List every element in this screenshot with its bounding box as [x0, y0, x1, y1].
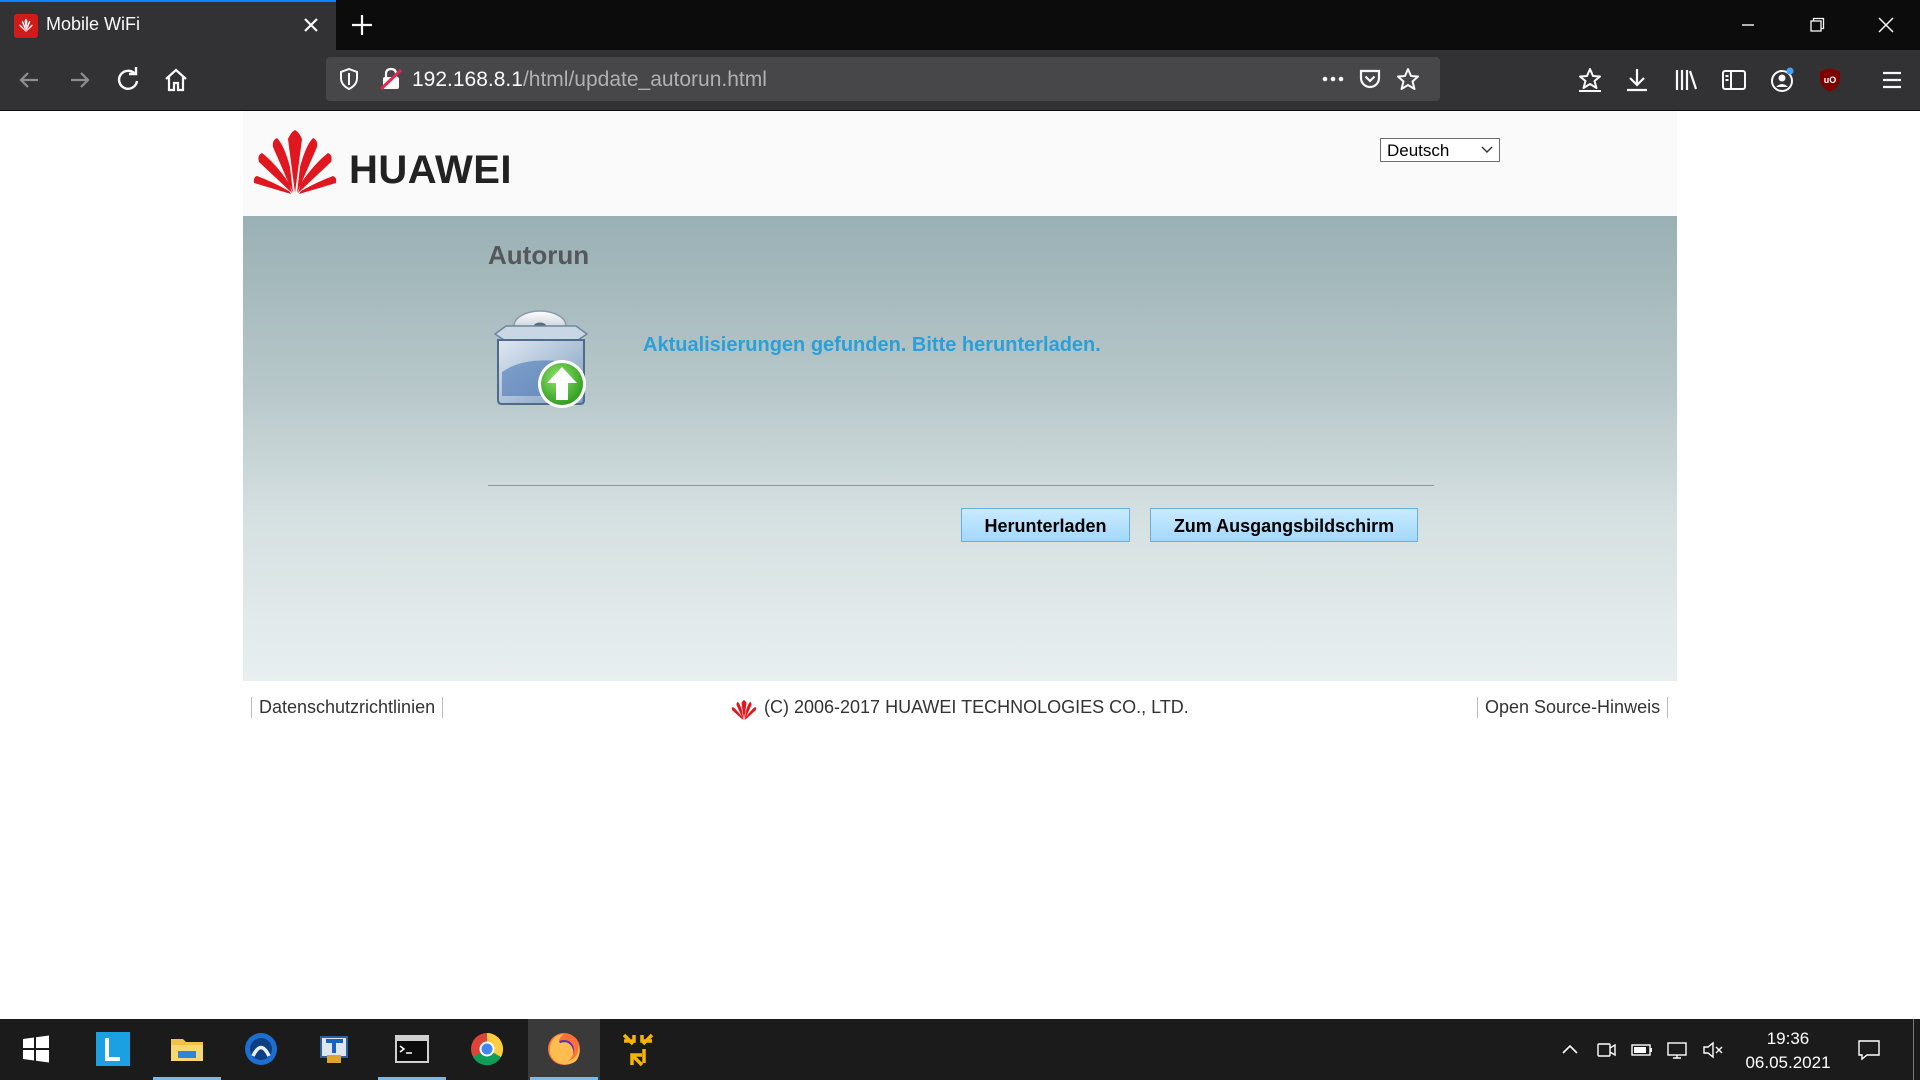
l-app-icon	[96, 1032, 130, 1066]
taskbar-chrome[interactable]	[451, 1019, 523, 1080]
page-header: HUAWEI Deutsch	[243, 111, 1677, 216]
notifications-icon[interactable]	[1856, 1038, 1882, 1062]
ublock-icon[interactable]: uO	[1815, 65, 1845, 95]
content-divider	[488, 485, 1434, 486]
home-icon[interactable]	[161, 65, 191, 95]
insecure-lock-icon[interactable]	[378, 66, 404, 92]
clock-time: 19:36	[1766, 1029, 1810, 1048]
update-package-icon	[493, 310, 589, 408]
sidebar-icon[interactable]	[1719, 65, 1749, 95]
library-icon[interactable]	[1671, 65, 1701, 95]
show-desktop-button[interactable]	[1913, 1019, 1914, 1080]
navigation-toolbar: 192.168.8.1/html/update_autorun.html uO	[0, 50, 1920, 110]
account-icon[interactable]	[1767, 65, 1797, 95]
firefox-icon	[548, 1033, 580, 1065]
tab-bar: Mobile WiFi	[0, 0, 1920, 50]
meet-now-icon[interactable]	[1594, 1039, 1618, 1061]
url-bar[interactable]: 192.168.8.1/html/update_autorun.html	[326, 57, 1440, 101]
battery-icon[interactable]	[1630, 1039, 1654, 1061]
download-button[interactable]: Herunterladen	[961, 508, 1130, 542]
tab-mobile-wifi[interactable]: Mobile WiFi	[0, 0, 336, 50]
windows-start-icon	[23, 1035, 49, 1063]
more-icon[interactable]	[1320, 66, 1346, 92]
url-text[interactable]: 192.168.8.1/html/update_autorun.html	[412, 68, 767, 92]
menu-icon[interactable]	[1877, 65, 1907, 95]
huawei-logo-icon	[253, 130, 337, 194]
bookmarks-toolbar-icon[interactable]	[1575, 65, 1605, 95]
close-window-icon[interactable]	[1872, 12, 1900, 38]
clock-date: 06.05.2021	[1745, 1053, 1831, 1072]
yellow-arrows-app-icon	[622, 1033, 654, 1067]
taskbar-blue-app[interactable]	[225, 1019, 297, 1080]
open-source-notice-link[interactable]: Open Source-Hinweis	[1477, 697, 1669, 718]
terminal-icon	[395, 1035, 429, 1063]
copyright-text: (C) 2006-2017 HUAWEI TECHNOLOGIES CO., L…	[764, 697, 1189, 717]
taskbar-yellow-app[interactable]	[602, 1019, 674, 1080]
windows-taskbar: 19:36 06.05.2021	[0, 1019, 1920, 1080]
chevron-down-icon	[1481, 146, 1493, 153]
reload-icon[interactable]	[113, 65, 143, 95]
tab-title: Mobile WiFi	[46, 14, 141, 34]
svg-text:uO: uO	[1824, 75, 1837, 85]
chrome-icon	[471, 1033, 504, 1066]
taskbar-remote-app[interactable]	[299, 1019, 371, 1080]
privacy-policy-link[interactable]: Datenschutzrichtlinien	[251, 697, 444, 718]
restore-icon[interactable]	[1803, 12, 1831, 38]
blue-circle-app-icon	[245, 1033, 277, 1065]
update-found-message: Aktualisierungen gefunden. Bitte herunte…	[643, 334, 1101, 356]
language-select[interactable]: Deutsch	[1380, 138, 1500, 162]
home-screen-button[interactable]: Zum Ausgangsbildschirm	[1150, 508, 1418, 542]
network-icon[interactable]	[1665, 1039, 1689, 1061]
file-explorer-icon	[171, 1039, 203, 1061]
remote-app-icon	[320, 1036, 348, 1063]
taskbar-terminal[interactable]	[376, 1019, 448, 1080]
show-hidden-icons-icon[interactable]	[1558, 1039, 1582, 1061]
huawei-favicon-icon	[14, 14, 38, 38]
taskbar-clock[interactable]: 19:36 06.05.2021	[1733, 1027, 1843, 1075]
taskbar-l-app[interactable]	[77, 1019, 149, 1080]
web-page: HUAWEI Deutsch Autorun Aktualisierungen …	[0, 111, 1920, 1019]
forward-arrow-icon[interactable]	[65, 65, 95, 95]
active-tab-indicator	[0, 0, 336, 2]
back-arrow-icon[interactable]	[14, 65, 44, 95]
start-button[interactable]	[0, 1019, 72, 1080]
bookmark-star-icon[interactable]	[1395, 66, 1421, 92]
pocket-icon[interactable]	[1357, 66, 1383, 92]
close-tab-icon[interactable]	[298, 12, 324, 38]
page-footer: Datenschutzrichtlinien (C) 2006-2017 HUA…	[243, 681, 1677, 731]
huawei-logo-text: HUAWEI	[349, 148, 512, 192]
language-selected-value: Deutsch	[1387, 141, 1450, 160]
autorun-panel: Autorun Aktualisierungen gefunden. Bitte…	[243, 216, 1677, 681]
page-title: Autorun	[488, 240, 590, 270]
minimize-icon[interactable]	[1734, 12, 1762, 38]
shield-icon[interactable]	[336, 66, 362, 92]
huawei-small-logo-icon	[731, 700, 757, 720]
taskbar-file-explorer[interactable]	[151, 1019, 223, 1080]
new-tab-icon[interactable]	[348, 11, 376, 39]
download-icon[interactable]	[1622, 65, 1652, 95]
taskbar-firefox[interactable]	[528, 1019, 600, 1080]
volume-muted-icon[interactable]	[1701, 1039, 1725, 1061]
